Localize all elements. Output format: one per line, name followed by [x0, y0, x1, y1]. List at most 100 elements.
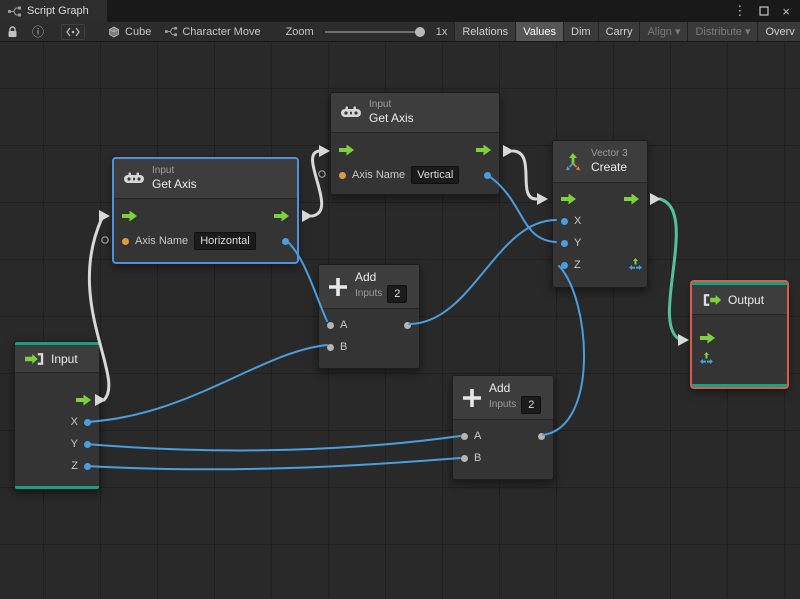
relations-button[interactable]: Relations — [454, 22, 516, 41]
y-port[interactable] — [561, 239, 568, 247]
zoom-value: 1x — [435, 25, 448, 38]
input-b-port[interactable] — [327, 343, 334, 351]
window-tab-bar: Script Graph ⋮ × — [0, 0, 800, 22]
input-a-port[interactable] — [461, 432, 468, 440]
node-category: Input — [369, 98, 392, 110]
flow-in-port[interactable] — [122, 210, 137, 222]
node-output-unit[interactable]: Output — [691, 281, 788, 388]
node-input-unit[interactable]: Input X Y Z — [14, 341, 100, 490]
axis-name-field[interactable]: Horizontal — [194, 232, 256, 250]
node-category: Vector 3 — [591, 147, 628, 159]
plus-icon — [463, 388, 481, 407]
graph-name: Cube — [125, 25, 152, 38]
kebab-menu-icon[interactable]: ⋮ — [733, 3, 746, 19]
node-header: Input Get Axis — [331, 93, 499, 133]
node-title: Create — [591, 160, 628, 175]
node-category: Input — [152, 164, 175, 176]
x-out-port[interactable] — [84, 418, 91, 426]
inputs-label: Inputs — [355, 287, 383, 299]
gamepad-icon — [341, 106, 361, 117]
port-label: A — [340, 319, 348, 331]
param-label: Axis Name — [135, 235, 189, 247]
port-label: B — [340, 341, 348, 353]
param-label: Axis Name — [352, 169, 406, 181]
inputs-label: Inputs — [489, 398, 517, 410]
info-icon[interactable]: ⓘ — [32, 23, 44, 40]
port-label: Z — [71, 460, 78, 472]
input-unit-icon — [25, 352, 44, 365]
lock-icon[interactable] — [7, 25, 18, 38]
node-title: Get Axis — [369, 111, 414, 126]
axis-name-field[interactable]: Vertical — [411, 166, 460, 184]
io-accent-strip — [692, 384, 787, 387]
node-vector3-create[interactable]: Vector 3 Create X Y Z — [552, 140, 648, 288]
flow-in-port[interactable] — [339, 144, 354, 156]
graph-icon — [165, 26, 178, 37]
flow-out-port[interactable] — [476, 144, 491, 156]
port-label: X — [574, 215, 582, 227]
port-label: Y — [574, 237, 582, 249]
zoom-slider-handle[interactable] — [414, 26, 425, 37]
value-out-port[interactable] — [484, 171, 491, 179]
vector3-out-port[interactable] — [629, 258, 642, 274]
node-header: Vector 3 Create — [553, 141, 647, 183]
node-title: Input — [51, 351, 78, 366]
tab-script-graph[interactable]: Script Graph — [0, 0, 107, 22]
z-out-port[interactable] — [84, 462, 91, 470]
values-button[interactable]: Values — [515, 22, 564, 41]
breadcrumb-graph-character-move[interactable]: Character Move — [165, 25, 261, 38]
cube-icon — [109, 26, 119, 37]
sum-out-port[interactable] — [404, 321, 411, 329]
flow-out-port[interactable] — [76, 394, 91, 406]
inputs-count-field[interactable]: 2 — [521, 396, 542, 414]
z-port[interactable] — [561, 261, 568, 269]
port-label: B — [474, 452, 482, 464]
chevron-down-icon: ▾ — [744, 26, 751, 38]
axis-name-port[interactable] — [339, 171, 346, 179]
maximize-icon[interactable] — [759, 6, 770, 16]
node-get-axis-horizontal[interactable]: Input Get Axis Axis Name Horizontal — [113, 158, 298, 263]
port-label: Z — [574, 259, 581, 271]
io-accent-strip — [15, 486, 99, 489]
node-title: Add — [489, 381, 511, 395]
axis-name-port[interactable] — [122, 237, 129, 245]
graph-name: Character Move — [182, 25, 261, 38]
x-port[interactable] — [561, 217, 568, 225]
vector3-in-port[interactable] — [700, 352, 713, 368]
overview-button[interactable]: Overv — [757, 22, 800, 41]
node-add-1[interactable]: Add Inputs 2 A B — [318, 264, 420, 369]
sum-out-port[interactable] — [538, 432, 545, 440]
chevron-down-icon: ▾ — [674, 26, 681, 38]
inputs-count-field[interactable]: 2 — [387, 285, 408, 303]
node-get-axis-vertical[interactable]: Input Get Axis Axis Name Vertical — [330, 92, 500, 195]
node-header: Input Get Axis — [114, 159, 297, 199]
zoom-label: Zoom — [285, 25, 314, 38]
port-label: A — [474, 430, 482, 442]
node-add-2[interactable]: Add Inputs 2 A B — [452, 375, 554, 480]
y-out-port[interactable] — [84, 440, 91, 448]
breadcrumb-graph-cube[interactable]: Cube — [108, 26, 151, 38]
node-header: Input — [15, 345, 99, 373]
output-unit-icon — [703, 293, 722, 306]
close-icon[interactable]: × — [782, 4, 790, 19]
dim-button[interactable]: Dim — [563, 22, 598, 41]
flow-out-port[interactable] — [624, 193, 639, 205]
input-b-port[interactable] — [461, 454, 468, 462]
carry-button[interactable]: Carry — [597, 22, 640, 41]
tab-title: Script Graph — [27, 5, 89, 17]
flow-in-port[interactable] — [700, 332, 715, 344]
flow-in-port[interactable] — [561, 193, 576, 205]
flow-out-port[interactable] — [274, 210, 289, 222]
align-dropdown[interactable]: Align ▾ — [639, 22, 688, 41]
zoom-slider[interactable] — [324, 26, 425, 37]
value-out-port[interactable] — [282, 237, 289, 245]
script-graph-icon — [8, 6, 21, 16]
zoom-fit-icon[interactable] — [61, 23, 86, 40]
vector3-port-icon — [700, 352, 713, 364]
graph-toolbar: ⓘ Cube Character Move Zoom 1x Relations … — [0, 22, 800, 42]
node-title: Output — [728, 292, 765, 307]
node-header: Add Inputs 2 — [319, 265, 419, 309]
input-a-port[interactable] — [327, 321, 334, 329]
gamepad-icon — [124, 172, 144, 183]
distribute-dropdown[interactable]: Distribute ▾ — [687, 22, 758, 41]
